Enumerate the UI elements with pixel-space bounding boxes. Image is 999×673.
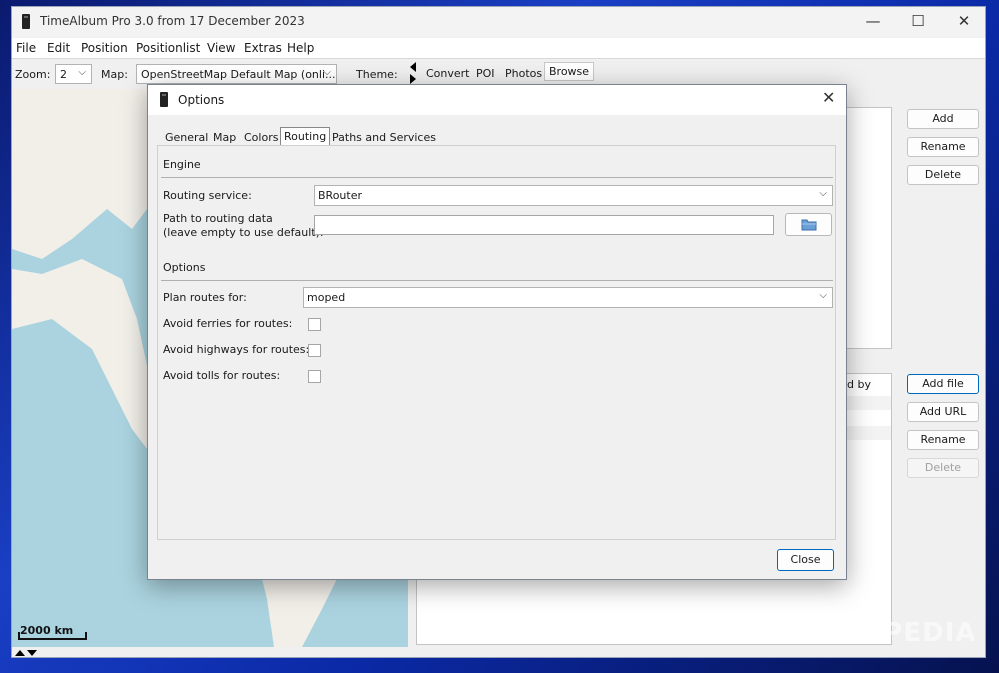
rename-file-button[interactable]: Rename (907, 430, 979, 450)
folder-icon (801, 219, 816, 231)
delete-file-button[interactable]: Delete (907, 458, 979, 478)
watermark-text: SOFTPEDIA (803, 618, 977, 648)
path-label-line1: Path to routing data (163, 212, 273, 225)
routing-service-label: Routing service: (163, 189, 252, 202)
add-file-button[interactable]: Add file (907, 374, 979, 394)
menu-positionlist[interactable]: Positionlist (136, 41, 200, 55)
menu-position[interactable]: Position (81, 41, 128, 55)
map-scale-label: 2000 km (20, 624, 74, 637)
menu-file[interactable]: File (16, 41, 36, 55)
engine-separator (161, 177, 833, 178)
avoid-highways-label: Avoid highways for routes: (163, 343, 310, 356)
toolbar: Zoom: 2 ⌵ Map: OpenStreetMap Default Map… (12, 59, 985, 87)
chevron-down-icon: ⌵ (323, 67, 331, 78)
path-label-line2: (leave empty to use default): (163, 226, 324, 239)
map-select[interactable]: OpenStreetMap Default Map (onli... ⌵ (136, 64, 337, 84)
menu-bar: File Edit Position Positionlist View Ext… (12, 38, 985, 59)
delete-button[interactable]: Delete (907, 165, 979, 185)
options-dialog: Options ✕ General Map Colors Routing Pat… (147, 84, 847, 580)
browse-folder-button[interactable] (785, 213, 832, 236)
tab-general[interactable]: General (162, 129, 211, 146)
routing-tab-panel: Engine Routing service: BRouter ⌵ Path t… (157, 145, 836, 540)
avoid-ferries-checkbox[interactable] (308, 318, 321, 331)
menu-extras[interactable]: Extras (244, 41, 282, 55)
dialog-title-bar: Options ✕ (148, 85, 846, 115)
options-separator (161, 280, 833, 281)
zoom-value: 2 (60, 68, 67, 81)
tab-colors[interactable]: Colors (241, 129, 281, 146)
minimize-button[interactable]: — (850, 7, 896, 37)
plan-routes-label: Plan routes for: (163, 291, 247, 304)
maximize-button[interactable]: ☐ (895, 7, 941, 37)
theme-label: Theme: (356, 68, 398, 81)
zoom-label: Zoom: (15, 68, 51, 81)
tab-paths-and-services[interactable]: Paths and Services (329, 129, 439, 146)
chevron-down-icon: ⌵ (819, 290, 827, 301)
avoid-tolls-checkbox[interactable] (308, 370, 321, 383)
menu-help[interactable]: Help (287, 41, 314, 55)
tab-photos[interactable]: Photos (500, 64, 547, 83)
tab-convert[interactable]: Convert (421, 64, 475, 83)
engine-section-title: Engine (163, 158, 201, 171)
routing-service-value: BRouter (318, 189, 362, 202)
avoid-ferries-label: Avoid ferries for routes: (163, 317, 293, 330)
close-button[interactable]: ✕ (941, 7, 987, 37)
map-label: Map: (101, 68, 128, 81)
collapse-arrows-icon[interactable] (14, 649, 38, 657)
dialog-app-icon (160, 92, 168, 107)
column-header-partial: d by (847, 378, 871, 391)
dialog-close-icon[interactable]: ✕ (822, 88, 835, 107)
plan-routes-select[interactable]: moped ⌵ (303, 287, 833, 308)
title-bar: TimeAlbum Pro 3.0 from 17 December 2023 … (12, 7, 985, 37)
plan-routes-value: moped (307, 291, 346, 304)
app-icon (22, 14, 30, 29)
menu-view[interactable]: View (207, 41, 235, 55)
rename-button[interactable]: Rename (907, 137, 979, 157)
chevron-down-icon: ⌵ (78, 67, 86, 78)
options-section-title: Options (163, 261, 206, 274)
map-value: OpenStreetMap Default Map (onli... (141, 68, 336, 81)
add-button[interactable]: Add (907, 109, 979, 129)
menu-edit[interactable]: Edit (47, 41, 70, 55)
tab-poi[interactable]: POI (471, 64, 500, 83)
routing-data-path-input[interactable] (314, 215, 774, 235)
window-title: TimeAlbum Pro 3.0 from 17 December 2023 (40, 14, 305, 28)
tab-browse[interactable]: Browse (544, 62, 595, 81)
add-url-button[interactable]: Add URL (907, 402, 979, 422)
zoom-select[interactable]: 2 ⌵ (55, 64, 92, 84)
splitter-handle-icon[interactable] (408, 61, 418, 85)
tab-routing[interactable]: Routing (280, 127, 331, 146)
close-dialog-button[interactable]: Close (777, 549, 834, 571)
tab-map[interactable]: Map (210, 129, 239, 146)
routing-service-select[interactable]: BRouter ⌵ (314, 185, 833, 206)
dialog-title: Options (178, 93, 225, 107)
avoid-highways-checkbox[interactable] (308, 344, 321, 357)
chevron-down-icon: ⌵ (819, 188, 827, 199)
avoid-tolls-label: Avoid tolls for routes: (163, 369, 281, 382)
